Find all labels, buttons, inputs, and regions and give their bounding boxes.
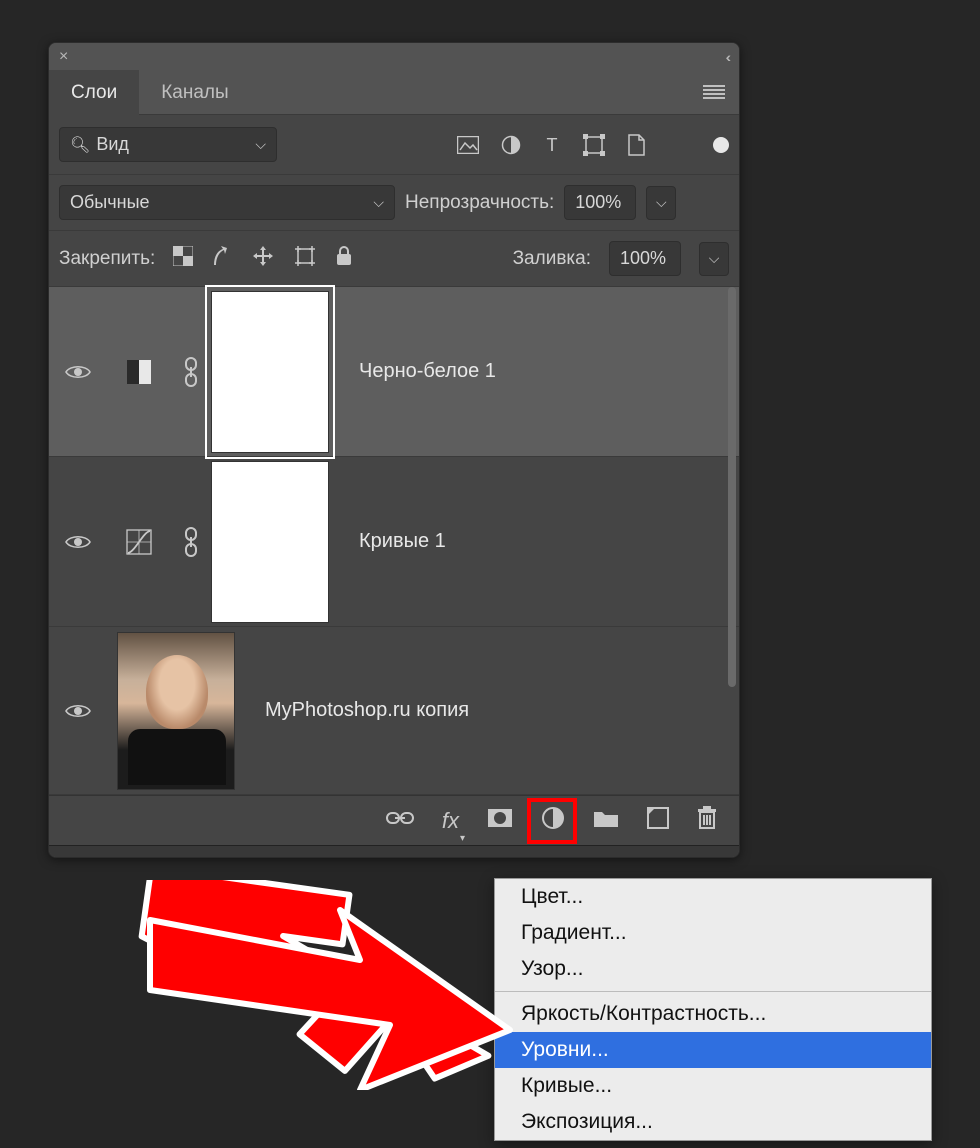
opacity-label: Непрозрачность:: [405, 192, 554, 214]
lock-position-icon[interactable]: [251, 244, 275, 273]
eye-icon: [65, 533, 91, 551]
eye-icon: [65, 363, 91, 381]
lock-transparency-icon[interactable]: [173, 246, 193, 271]
chevron-down-icon: ⌵: [373, 194, 384, 211]
blend-mode-select[interactable]: Обычные ⌵: [59, 185, 395, 220]
kind-filter-select[interactable]: 🔍︎ Вид ⌵: [59, 127, 277, 162]
filter-type-icons: T: [457, 134, 645, 156]
scrollbar[interactable]: [728, 287, 736, 687]
lock-label: Закрепить:: [59, 248, 155, 270]
menu-item-exposure[interactable]: Экспозиция...: [495, 1104, 931, 1140]
menu-item-curves[interactable]: Кривые...: [495, 1068, 931, 1104]
panel-tabs: Слои Каналы: [49, 71, 739, 115]
lock-all-icon[interactable]: [335, 245, 353, 272]
chevron-down-icon: ⌵: [255, 136, 266, 153]
type-filter-icon[interactable]: T: [543, 136, 561, 154]
layers-panel: × ‹‹ Слои Каналы 🔍︎ Вид ⌵ T: [48, 42, 740, 858]
filter-row: 🔍︎ Вид ⌵ T: [49, 115, 739, 175]
eye-icon: [65, 702, 91, 720]
layers-list: Черно-белое 1 Кривые 1 MyPhotoshop.ru ко…: [49, 287, 739, 795]
layer-mask-thumb[interactable]: [211, 461, 329, 623]
svg-text:T: T: [547, 136, 558, 154]
annotation-arrow: [100, 880, 520, 1090]
search-icon: 🔍︎: [70, 137, 90, 154]
collapse-icon[interactable]: ‹‹: [726, 49, 727, 65]
layer-name[interactable]: Черно-белое 1: [359, 360, 496, 383]
delete-layer-icon[interactable]: [697, 806, 717, 835]
fill-value[interactable]: 100%: [609, 241, 681, 276]
new-layer-icon[interactable]: [647, 807, 669, 834]
panel-menu-icon[interactable]: [703, 85, 725, 99]
visibility-toggle[interactable]: [49, 533, 107, 551]
smartobject-filter-icon[interactable]: [627, 134, 645, 156]
menu-separator: [495, 991, 931, 992]
blend-mode-value: Обычные: [70, 192, 150, 213]
blend-row: Обычные ⌵ Непрозрачность: 100% ⌵: [49, 175, 739, 231]
menu-item-levels[interactable]: Уровни...: [495, 1032, 931, 1068]
layer-thumb[interactable]: [117, 632, 235, 790]
layer-row[interactable]: Черно-белое 1: [49, 287, 739, 457]
lock-row: Закрепить: Заливка: 100% ⌵: [49, 231, 739, 287]
kind-filter-label: Вид: [96, 134, 129, 154]
lock-image-icon[interactable]: [211, 245, 233, 272]
panel-resize-bar[interactable]: [49, 845, 739, 857]
menu-item-brightness[interactable]: Яркость/Контрастность...: [495, 996, 931, 1032]
lock-artboard-icon[interactable]: [293, 244, 317, 273]
adjustment-layer-icon[interactable]: [541, 806, 565, 835]
visibility-toggle[interactable]: [49, 702, 107, 720]
fx-icon[interactable]: fx▾: [442, 808, 459, 834]
visibility-toggle[interactable]: [49, 363, 107, 381]
fill-label: Заливка:: [513, 248, 591, 270]
layer-name[interactable]: MyPhotoshop.ru копия: [265, 699, 469, 722]
layer-row[interactable]: Кривые 1: [49, 457, 739, 627]
opacity-chevron[interactable]: ⌵: [646, 186, 676, 220]
pixel-filter-icon[interactable]: [457, 136, 479, 154]
panel-titlebar: × ‹‹: [49, 43, 739, 71]
tab-layers[interactable]: Слои: [49, 70, 139, 116]
fill-chevron[interactable]: ⌵: [699, 242, 729, 276]
link-icon[interactable]: [171, 527, 211, 557]
tab-channels[interactable]: Каналы: [139, 70, 250, 116]
shape-filter-icon[interactable]: [583, 134, 605, 156]
add-mask-icon[interactable]: [487, 808, 513, 833]
layers-bottom-bar: fx▾: [49, 795, 739, 845]
filter-toggle[interactable]: [713, 137, 729, 153]
menu-item-gradient[interactable]: Градиент...: [495, 915, 931, 951]
curves-adjustment-icon: [107, 528, 171, 556]
layer-name[interactable]: Кривые 1: [359, 530, 446, 553]
menu-item-color[interactable]: Цвет...: [495, 879, 931, 915]
layer-row[interactable]: MyPhotoshop.ru копия: [49, 627, 739, 795]
link-layers-icon[interactable]: [386, 810, 414, 831]
adjustment-filter-icon[interactable]: [501, 135, 521, 155]
adjustment-layer-menu: Цвет... Градиент... Узор... Яркость/Конт…: [494, 878, 932, 1141]
opacity-value[interactable]: 100%: [564, 185, 636, 220]
menu-item-pattern[interactable]: Узор...: [495, 951, 931, 987]
new-group-icon[interactable]: [593, 808, 619, 833]
bw-adjustment-icon: [107, 358, 171, 386]
layer-mask-thumb[interactable]: [211, 291, 329, 453]
close-icon[interactable]: ×: [59, 48, 68, 66]
link-icon[interactable]: [171, 357, 211, 387]
